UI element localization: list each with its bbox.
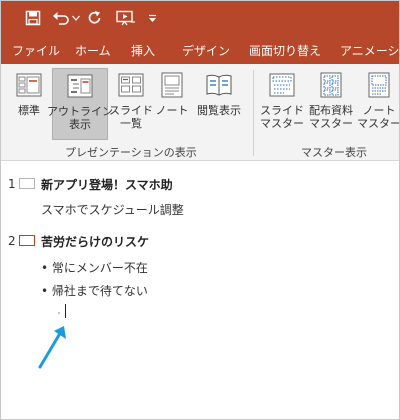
powerpoint-window: ファイル ホーム 挿入 デザイン 画面切り替え アニメーション 標準 アウトライ… — [0, 0, 400, 420]
outline-view-label-2: 表示 — [69, 118, 91, 131]
notes-page-button[interactable]: ノート — [154, 68, 190, 140]
slide-master-label-1: スライド — [260, 104, 304, 117]
outline-bullet-line[interactable]: • 常にメンバー不在 — [41, 259, 148, 276]
normal-view-label: 標準 — [18, 104, 40, 117]
slide-sorter-label-2: 一覧 — [120, 117, 142, 130]
slide-title[interactable]: 新アプリ登場！スマホ助 — [41, 176, 173, 193]
slide-sorter-button[interactable]: スライド 一覧 — [109, 68, 153, 140]
outline-text-line[interactable]: スマホでスケジュール調整 — [41, 201, 184, 218]
presentation-views-group-label: プレゼンテーションの表示 — [65, 146, 197, 159]
tab-animations[interactable]: アニメーション — [340, 42, 399, 59]
outline-pane[interactable]: 1 新アプリ登場！スマホ助 スマホでスケジュール調整 2 苦労だらけのリスケ •… — [1, 161, 399, 419]
tab-home[interactable]: ホーム — [75, 42, 111, 59]
normal-view-button[interactable]: 標準 — [7, 68, 51, 140]
text-cursor — [65, 304, 66, 318]
outline-bullet-line[interactable]: • 帰社まで待てない — [41, 282, 148, 299]
ribbon-view: 標準 アウトライン 表示 スライド 一覧 ノート 閲覧表示 プレゼンテーションの… — [1, 64, 400, 161]
quick-access-toolbar — [1, 1, 399, 34]
empty-bullet-marker — [58, 312, 60, 314]
notes-page-icon — [160, 72, 184, 102]
reading-view-label: 閲覧表示 — [197, 104, 241, 117]
outline-view-icon — [66, 73, 94, 103]
redo-icon[interactable] — [85, 7, 105, 29]
group-divider — [253, 70, 254, 156]
master-views-group-label: マスター表示 — [301, 146, 367, 159]
notes-page-label-1: ノート — [155, 104, 189, 117]
annotation-arrow-icon — [35, 321, 75, 371]
reading-view-button[interactable]: 閲覧表示 — [194, 68, 244, 140]
slide-number: 1 — [8, 177, 16, 191]
outline-view-label-1: アウトライン — [47, 105, 113, 118]
slide-sorter-icon — [117, 72, 145, 102]
save-icon[interactable] — [23, 7, 43, 29]
slide-thumbnail-icon[interactable] — [19, 178, 35, 189]
start-slideshow-icon[interactable] — [114, 7, 138, 29]
reading-view-icon — [204, 72, 234, 102]
tab-design[interactable]: デザイン — [182, 42, 230, 59]
slide-master-icon — [268, 72, 296, 102]
slide-master-label-2: マスター — [260, 117, 304, 130]
normal-view-icon — [15, 72, 43, 102]
handout-master-label-1: 配布資料 — [309, 104, 353, 117]
slide-sorter-label-1: スライド — [109, 104, 153, 117]
handout-master-label-2: マスター — [309, 117, 353, 130]
undo-icon[interactable] — [51, 7, 71, 29]
tab-file[interactable]: ファイル — [12, 42, 60, 59]
ribbon-tabs: ファイル ホーム 挿入 デザイン 画面切り替え アニメーション — [1, 34, 399, 64]
outline-view-button[interactable]: アウトライン 表示 — [47, 68, 113, 140]
slide-master-button[interactable]: スライド マスター — [259, 68, 305, 140]
tab-insert[interactable]: 挿入 — [131, 42, 155, 59]
dropdown-icon[interactable] — [71, 7, 81, 29]
slide-thumbnail-icon[interactable] — [19, 235, 35, 246]
notes-master-button[interactable]: ノート マスター — [357, 68, 400, 140]
handout-master-button[interactable]: 配布資料 マスター — [306, 68, 356, 140]
tab-transitions[interactable]: 画面切り替え — [249, 42, 321, 59]
slide-number: 2 — [8, 234, 16, 248]
handout-master-icon — [319, 72, 343, 102]
notes-master-icon — [367, 72, 391, 102]
notes-master-label-1: ノート — [362, 104, 396, 117]
slide-title[interactable]: 苦労だらけのリスケ — [41, 233, 149, 250]
notes-master-label-2: マスター — [357, 117, 400, 130]
customize-qat-icon[interactable] — [146, 7, 158, 29]
